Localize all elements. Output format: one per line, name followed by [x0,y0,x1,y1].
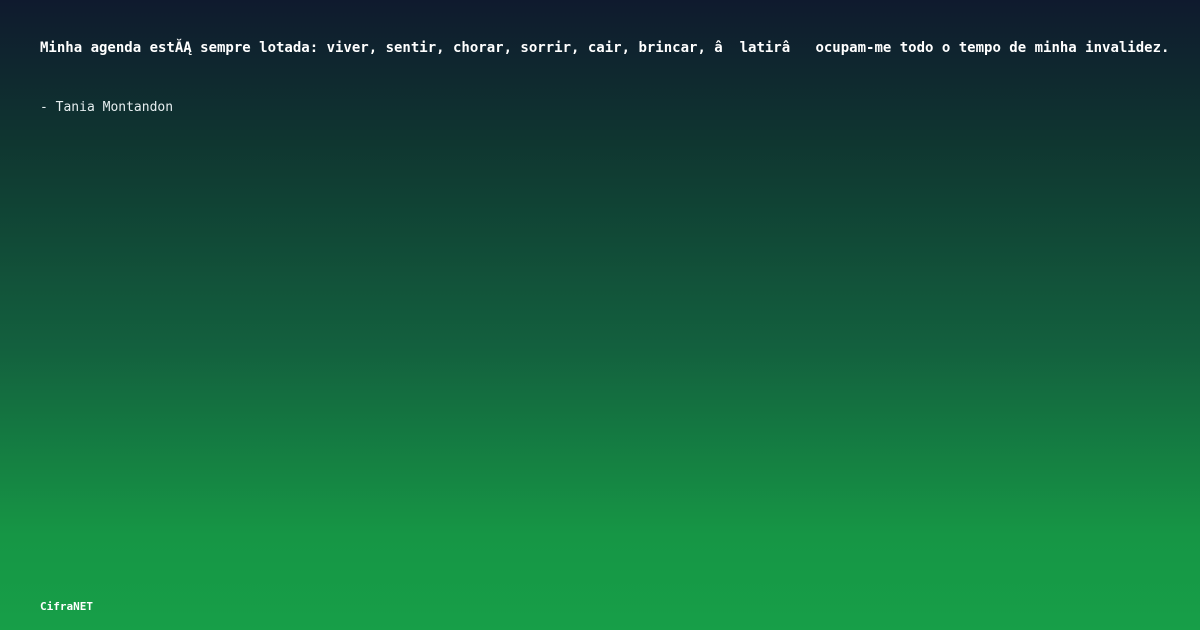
quote-author: - Tania Montandon [40,100,174,115]
brand-name: CifraNET [40,600,93,613]
quote-text: Minha agenda estĂĄ sempre lotada: viver,… [40,40,1170,56]
quote-card: Minha agenda estĂĄ sempre lotada: viver,… [0,0,1200,630]
